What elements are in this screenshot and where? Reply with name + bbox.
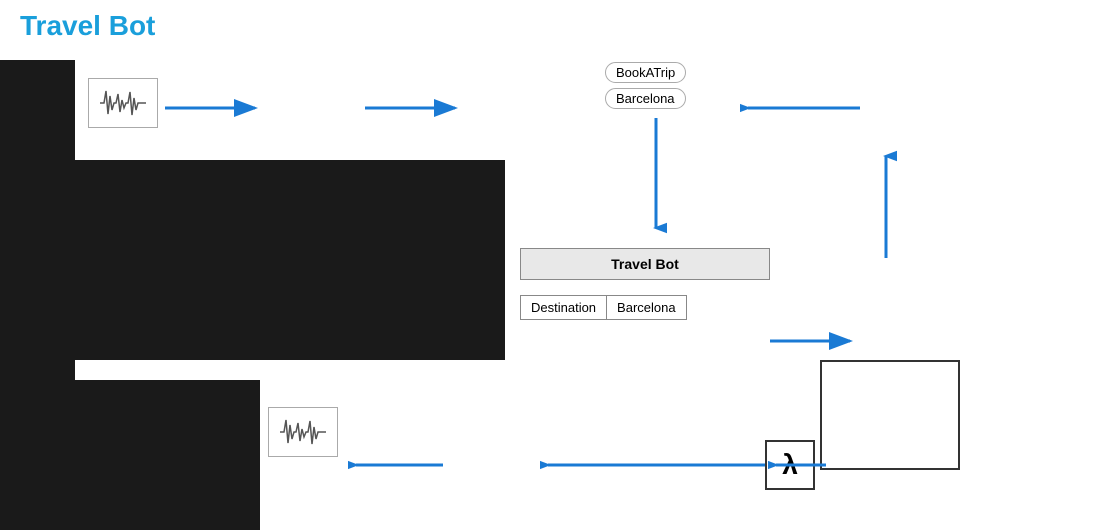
arrow-left-bottom bbox=[348, 454, 448, 476]
arrow-right-dest bbox=[770, 330, 860, 352]
audio-icon-top bbox=[88, 78, 158, 128]
white-box-topleft bbox=[820, 360, 960, 470]
page-title: Travel Bot bbox=[20, 10, 155, 42]
travel-bot-box: Travel Bot bbox=[520, 248, 770, 280]
middle-black-area bbox=[75, 160, 505, 360]
arrow-left-top bbox=[740, 97, 860, 119]
arrow-right-2 bbox=[365, 97, 465, 119]
bottom-left-black bbox=[0, 380, 260, 530]
destination-table: Destination Barcelona bbox=[520, 295, 687, 320]
arrow-down-1 bbox=[645, 118, 667, 238]
arrow-up-1 bbox=[875, 148, 897, 258]
audio-icon-bottom bbox=[268, 407, 338, 457]
pill-bookatrip: BookATrip bbox=[605, 62, 686, 83]
dest-label: Destination bbox=[521, 296, 607, 319]
arrow-right-1 bbox=[165, 97, 265, 119]
arrow-left-from-whitebox bbox=[768, 454, 828, 476]
arrow-left-lambda bbox=[540, 454, 770, 476]
dest-value: Barcelona bbox=[607, 296, 686, 319]
pill-barcelona-top: Barcelona bbox=[605, 88, 686, 109]
